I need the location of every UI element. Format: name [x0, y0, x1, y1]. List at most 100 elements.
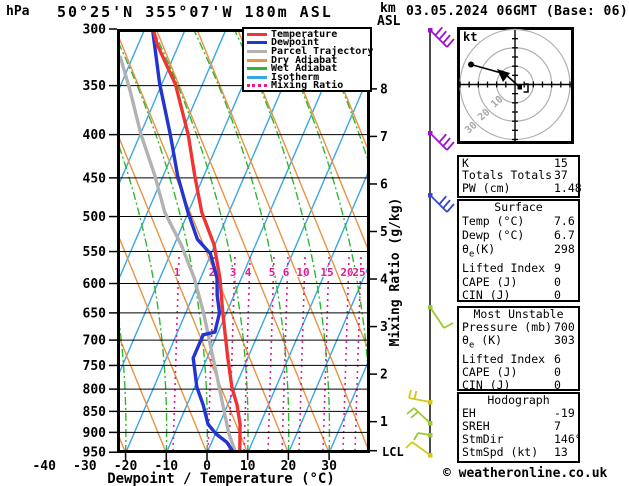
dry-adiabat-line: [118, 432, 126, 452]
legend: Temperature Dewpoint Parcel Trajectory Dry …: [242, 27, 373, 92]
stats-label: Temp (°C): [462, 213, 525, 228]
mixing-ratio-axis-title: Mixing Ratio (g/kg): [388, 198, 403, 347]
stats-label: CIN (J): [462, 288, 511, 303]
mixing-ratio-tick-label: 25: [352, 266, 365, 279]
stats-row: PW (cm) 1.48: [459, 180, 582, 195]
stats-row: StmSpd (kt) 13: [459, 446, 578, 459]
mixing-ratio-line: [322, 256, 330, 452]
barb-tick: [446, 203, 455, 213]
stats-label: θe(K): [462, 241, 496, 259]
valid-time-title: 03.05.2024 06GMT (Base: 06): [406, 4, 629, 19]
pressure-tick-label: 400: [83, 128, 107, 143]
barb-tick: [438, 195, 447, 205]
legend-swatch: [247, 41, 267, 45]
isotherm-line: [0, 29, 23, 453]
stats-row: Lifted Index 9: [459, 260, 578, 276]
km-tick-label: 7: [380, 130, 388, 145]
stats-label: Lifted Index: [462, 260, 546, 275]
barb-tick: [434, 26, 444, 36]
mixing-ratio-line: [342, 256, 350, 452]
pressure-tick-label: 550: [83, 245, 107, 260]
pressure-tick-label: 600: [83, 277, 107, 292]
barb-tick: [442, 34, 451, 44]
mixing-ratio-tick-label: 3: [230, 266, 237, 279]
stats-row: Lifted Index 6: [459, 351, 578, 366]
wet-adiabat-line: [355, 30, 369, 59]
wind-barb: [405, 441, 433, 458]
km-tick-label: 2: [380, 368, 388, 383]
wind-barb: [408, 389, 433, 405]
plot-frame: [117, 29, 370, 453]
isotherm-line: [0, 29, 63, 453]
legend-swatch: [247, 58, 267, 62]
legend-swatch: [247, 75, 267, 79]
stats-label: Dewp (°C): [462, 227, 525, 242]
stats-value: 303: [554, 333, 575, 348]
barb-tick: [413, 390, 418, 400]
theta-e-subscript: e: [468, 340, 475, 351]
wind-barb: [428, 26, 455, 48]
barb-shaft: [429, 306, 445, 329]
barb-tick: [410, 411, 419, 419]
stats-box-hodograph: Hodograph EH -19 SREH 7 StmDir 146° StmSpd (kt)…: [457, 392, 582, 463]
stats-row: θe(K) 298: [459, 241, 578, 262]
stats-row: θe (K) 303: [459, 334, 578, 352]
stats-value: 1.48: [554, 180, 582, 195]
wind-barb: [428, 305, 454, 329]
x-axis-title: Dewpoint / Temperature (°C): [107, 471, 335, 486]
stats-label: CIN (J): [462, 378, 511, 393]
legend-label: Mixing Ratio: [271, 80, 344, 92]
stats-value: 0: [554, 288, 561, 303]
barb-tick: [406, 407, 415, 415]
stats-value: 9: [554, 260, 561, 275]
stats-value: 37: [554, 168, 568, 183]
barb-tick: [405, 441, 413, 449]
stats-row: CAPE (J) 0: [459, 274, 578, 290]
hodograph-trace-endpoint: [468, 61, 474, 68]
pressure-tick-label: 700: [83, 334, 107, 349]
mixing-ratio-line: [228, 256, 236, 452]
hodograph-unit-label: kt: [463, 30, 477, 44]
km-tick-label: 8: [380, 82, 388, 97]
mixing-ratio-tick-label: 5: [269, 266, 276, 279]
legend-swatch: [247, 67, 267, 71]
stats-value: 0: [554, 274, 561, 289]
stats-value: 6.7: [554, 227, 575, 242]
mixing-ratio-tick-label: 15: [320, 266, 333, 279]
barb-tick: [442, 199, 451, 209]
pressure-tick-label: 650: [83, 306, 107, 321]
lcl-label: LCL: [382, 445, 404, 459]
station-title: 50°25'N 355°07'W 180m ASL: [57, 3, 333, 21]
wind-barb: [428, 193, 455, 213]
stats-value: 13: [554, 445, 568, 459]
stats-box-surface: Surface Temp (°C) 7.6 Dewp (°C) 6.7 θe(K) 298 L…: [457, 199, 580, 302]
pressure-tick-label: 900: [83, 426, 107, 441]
mixing-ratio-line: [172, 256, 180, 452]
barb-tick: [446, 38, 455, 48]
pressure-tick-label: 450: [83, 171, 107, 186]
copyright: © weatheronline.co.uk: [443, 466, 608, 481]
stats-label: PW (cm): [462, 180, 511, 195]
stats-row: CIN (J) 0: [459, 378, 578, 393]
mixing-ratio-tick-label: 6: [283, 266, 290, 279]
barb-shaft: [411, 441, 431, 456]
stats-label: Lifted Index: [462, 351, 546, 366]
km-tick-label: 4: [380, 273, 388, 288]
pressure-tick-label: 850: [83, 405, 107, 420]
pressure-axis-unit: hPa: [6, 4, 30, 19]
barb-tick: [413, 432, 419, 441]
km-tick-label: 1: [380, 415, 388, 430]
km-tick-label: 3: [380, 320, 388, 335]
storm-motion-marker: [517, 85, 522, 90]
parcel-trajectory-curve: [118, 55, 238, 452]
barb-tick: [446, 141, 455, 151]
legend-item: Mixing Ratio: [247, 80, 370, 92]
legend-swatch: [247, 84, 267, 88]
barb-tick: [442, 137, 451, 147]
wind-barb-column: [405, 26, 455, 458]
mixing-ratio-tick-label: 10: [296, 266, 309, 279]
stats-value: 7.6: [554, 213, 575, 228]
mixing-ratio-line: [267, 256, 275, 452]
stats-row: Dewp (°C) 6.7: [459, 227, 578, 243]
stats-row: CIN (J) 0: [459, 289, 578, 303]
